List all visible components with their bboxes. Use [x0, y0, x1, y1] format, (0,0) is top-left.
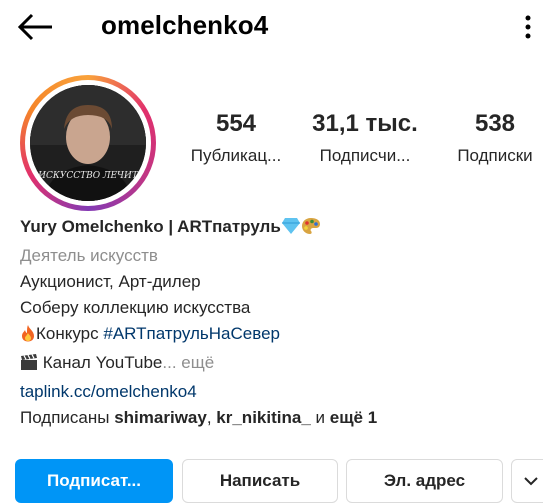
stat-posts-label: Публикац... [190, 146, 282, 165]
top-bar: omelchenko4 [0, 0, 543, 56]
bio-line-2: Соберу коллекцию искусства [20, 298, 251, 317]
stat-following[interactable]: 538 Подписки [440, 110, 543, 166]
bio-contest-line: Конкурс #ARTпатрульНаСевер [20, 321, 530, 350]
profile-full-name: Yury Omelchenko | ARTпатруль [20, 217, 281, 236]
profile-username: omelchenko4 [101, 10, 269, 40]
profile-avatar-story-ring[interactable]: ИСКУССТВО ЛЕЧИТ [20, 75, 156, 211]
followed-by-prefix: Подписаны [20, 408, 115, 427]
youtube-text: Канал YouTube [42, 353, 163, 372]
message-button[interactable]: Написать [182, 459, 338, 503]
stat-followers[interactable]: 31,1 тыс. Подписчи... [302, 110, 428, 166]
profile-category: Деятель искусств [20, 246, 158, 265]
more-followers: ещё 1 [329, 408, 378, 427]
contest-hashtag-link[interactable]: #ARTпатрульНаСевер [103, 324, 280, 343]
suggested-expand-button[interactable] [511, 459, 543, 503]
avatar: ИСКУССТВО ЛЕЧИТ [30, 85, 146, 201]
chevron-down-icon [523, 471, 539, 491]
palette-icon [301, 217, 321, 243]
follower-separator: , [206, 408, 217, 427]
follower-name-2: kr_nikitina_ [216, 408, 311, 427]
avatar-ring-gap: ИСКУССТВО ЛЕЧИТ [25, 80, 151, 206]
profile-bio: Yury Omelchenko | ARTпатруль Деятель иск… [20, 214, 530, 431]
contest-text: Конкурс [36, 324, 104, 343]
stat-following-label: Подписки [457, 146, 533, 165]
more-vertical-icon[interactable] [518, 12, 538, 42]
stat-followers-label: Подписчи... [319, 146, 411, 165]
followed-by-line[interactable]: Подписаны shimariway, kr_nikitina_ и ещё… [20, 405, 530, 431]
follower-and: и [310, 408, 330, 427]
follower-name-1: shimariway [114, 408, 207, 427]
avatar-photo [30, 85, 146, 201]
stat-posts[interactable]: 554 Публикац... [178, 110, 294, 166]
gem-icon [281, 217, 301, 243]
bio-line-1: Аукционист, Арт-дилер [20, 272, 201, 291]
follow-button[interactable]: Подписат... [15, 459, 173, 503]
bio-more-link[interactable]: ещё [181, 353, 214, 372]
stat-following-count: 538 [474, 110, 516, 137]
back-arrow-icon[interactable] [17, 12, 58, 42]
avatar-shirt-text: ИСКУССТВО ЛЕЧИТ [38, 171, 138, 181]
clapper-board-icon [20, 353, 38, 379]
email-button[interactable]: Эл. адрес [346, 459, 503, 503]
bio-ellipsis: ... [162, 353, 177, 372]
profile-website-link[interactable]: taplink.cc/omelchenko4 [20, 382, 197, 401]
stat-followers-count: 31,1 тыс. [312, 110, 418, 137]
bio-name-line: Yury Omelchenko | ARTпатруль [20, 214, 530, 243]
fire-icon [20, 324, 36, 350]
stat-posts-count: 554 [215, 110, 257, 137]
bio-youtube-line: Канал YouTube... ещё [20, 350, 530, 379]
